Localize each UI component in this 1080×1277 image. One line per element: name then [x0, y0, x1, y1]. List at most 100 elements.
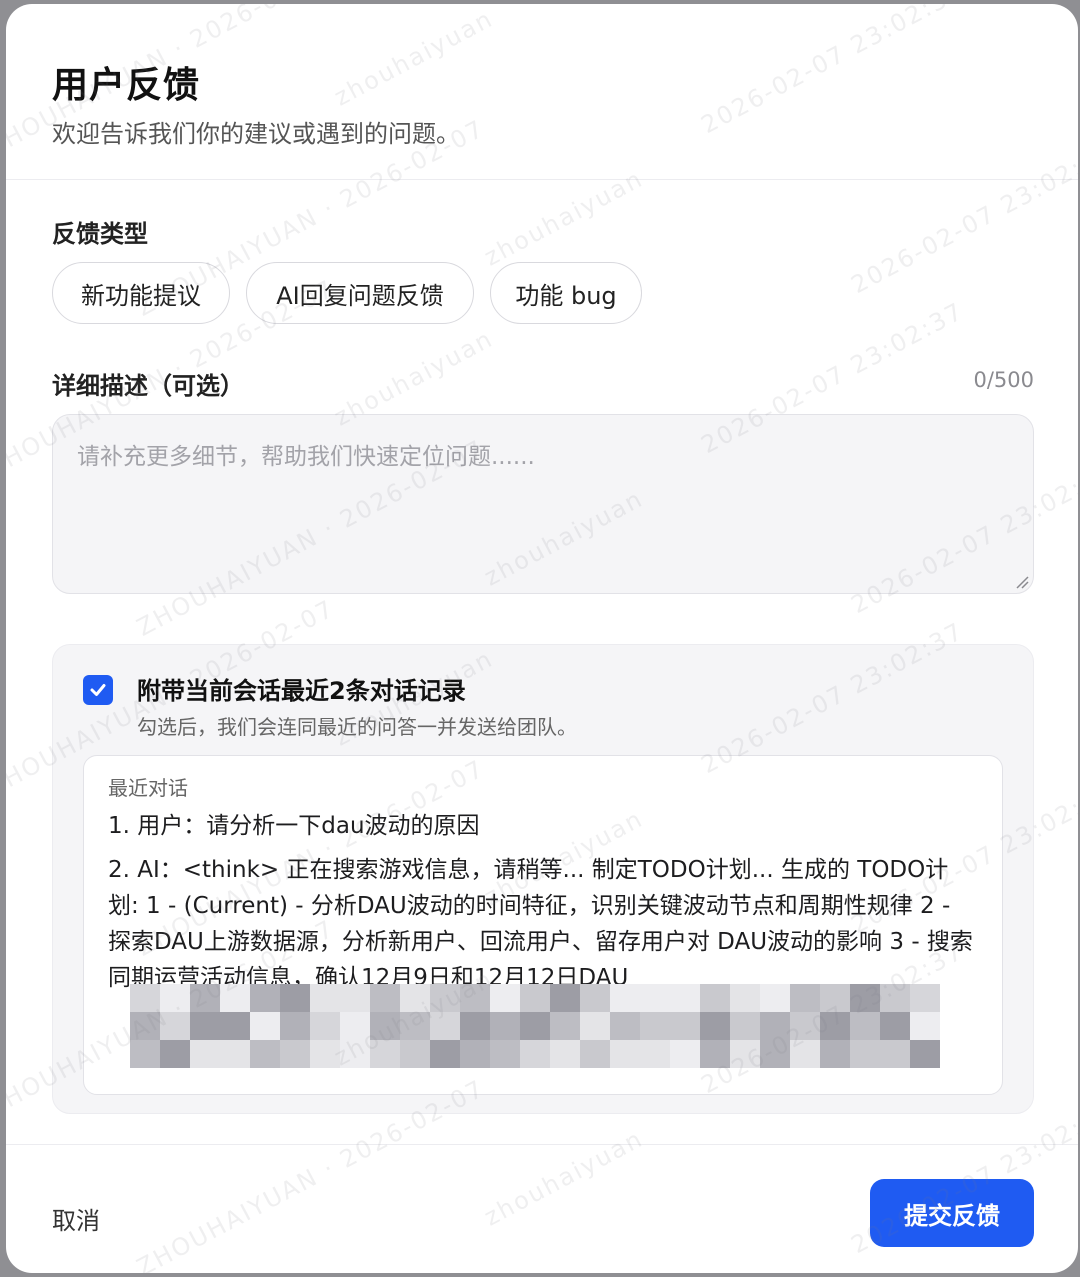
redaction-pixel: [610, 984, 640, 1012]
redaction-pixel: [460, 984, 490, 1012]
resize-handle-icon[interactable]: [1013, 573, 1029, 589]
conversation-message: 1. 用户：请分析一下dau波动的原因: [108, 813, 480, 839]
feedback-type-label: 反馈类型: [52, 220, 148, 248]
redaction-pixel: [430, 1040, 460, 1068]
dialog-footer: 取消 提交反馈: [6, 1144, 1078, 1273]
chip-ai-reply-issue[interactable]: AI回复问题反馈: [246, 262, 474, 324]
redaction-pixel: [550, 1012, 580, 1040]
redaction-pixel: [250, 1040, 280, 1068]
description-textarea[interactable]: 请补充更多细节，帮助我们快速定位问题......: [52, 414, 1034, 594]
redaction-pixel: [370, 1040, 400, 1068]
redaction-pixel: [490, 984, 520, 1012]
redaction-pixel: [910, 1040, 940, 1068]
redaction-pixel: [610, 1012, 640, 1040]
redaction-pixel: [880, 984, 910, 1012]
dialog-subtitle: 欢迎告诉我们你的建议或遇到的问题。: [52, 120, 460, 148]
redaction-pixel: [580, 1040, 610, 1068]
attach-history-hint: 勾选后，我们会连同最近的问答一并发送给团队。: [137, 715, 577, 739]
cancel-button[interactable]: 取消: [52, 1201, 100, 1236]
redaction-pixel: [310, 1012, 340, 1040]
redaction-pixel: [820, 1040, 850, 1068]
redaction-pixel: [370, 984, 400, 1012]
redaction-pixel: [670, 984, 700, 1012]
redaction-pixel: [730, 1040, 760, 1068]
redaction-pixel: [430, 984, 460, 1012]
redaction-pixel: [400, 984, 430, 1012]
char-counter: 0/500: [973, 368, 1034, 392]
redaction-pixel: [520, 984, 550, 1012]
redaction-pixel: [760, 1040, 790, 1068]
redaction-pixel: [220, 1012, 250, 1040]
redaction-pixel: [400, 1012, 430, 1040]
redaction-pixel: [430, 1012, 460, 1040]
redaction-pixel: [790, 1040, 820, 1068]
checkmark-icon: [90, 684, 106, 696]
feedback-dialog: 用户反馈 欢迎告诉我们你的建议或遇到的问题。 反馈类型 新功能提议 AI回复问题…: [6, 4, 1078, 1273]
redaction-pixel: [130, 1040, 160, 1068]
recent-conversation-box[interactable]: 最近对话 1. 用户：请分析一下dau波动的原因 2. AI：<think> 正…: [83, 755, 1003, 1095]
attach-history-checkbox[interactable]: [83, 675, 113, 705]
recent-conversation-label: 最近对话: [108, 776, 188, 800]
redaction-pixel: [340, 1012, 370, 1040]
redaction-pixel: [520, 1040, 550, 1068]
redaction-pixel: [700, 984, 730, 1012]
redaction-pixel: [310, 984, 340, 1012]
redaction-pixel: [340, 984, 370, 1012]
conversation-message: 2. AI：<think> 正在搜索游戏信息，请稍等... 制定TODO计划..…: [108, 857, 973, 991]
redaction-pixel: [700, 1040, 730, 1068]
dialog-header: 用户反馈 欢迎告诉我们你的建议或遇到的问题。: [6, 4, 1078, 180]
redaction-pixel: [130, 984, 160, 1012]
redaction-pixel: [850, 1012, 880, 1040]
redaction-pixel: [640, 1040, 670, 1068]
redaction-pixel: [190, 984, 220, 1012]
redaction-pixel: [760, 1012, 790, 1040]
dialog-title: 用户反馈: [52, 65, 201, 106]
redaction-pixel: [460, 1012, 490, 1040]
redaction-pixel: [490, 1012, 520, 1040]
redaction-pixel: [250, 1012, 280, 1040]
redaction-pixel: [280, 1040, 310, 1068]
redaction-pixel: [700, 1012, 730, 1040]
redaction-pixel: [730, 1012, 760, 1040]
watermark-text: zhouhaiyuan: [479, 164, 648, 272]
redaction-pixel: [490, 1040, 520, 1068]
description-placeholder: 请补充更多细节，帮助我们快速定位问题......: [77, 444, 535, 470]
redaction-pixel: [190, 1040, 220, 1068]
redaction-pixel: [730, 984, 760, 1012]
redaction-pixel: [820, 984, 850, 1012]
redaction-pixel: [280, 984, 310, 1012]
redaction-pixel: [280, 1012, 310, 1040]
redaction-pixel: [790, 1012, 820, 1040]
redaction-pixel: [670, 1040, 700, 1068]
redaction-pixel: [880, 1012, 910, 1040]
attach-history-title: 附带当前会话最近2条对话记录: [137, 677, 466, 705]
redaction-pixel: [550, 984, 580, 1012]
redaction-pixel: [880, 1040, 910, 1068]
redaction-pixel: [640, 984, 670, 1012]
redaction-pixel: [670, 1012, 700, 1040]
redaction-pixel: [190, 1012, 220, 1040]
redaction-pixel: [220, 1040, 250, 1068]
redaction-pixel: [400, 1040, 430, 1068]
redaction-pixel: [310, 1040, 340, 1068]
chip-function-bug[interactable]: 功能 bug: [490, 262, 642, 324]
redaction-pixel: [160, 984, 190, 1012]
submit-feedback-button[interactable]: 提交反馈: [870, 1179, 1034, 1247]
redaction-pixel: [160, 1012, 190, 1040]
redaction-pixel: [370, 1012, 400, 1040]
redaction-pixel: [820, 1012, 850, 1040]
redaction-pixel: [160, 1040, 190, 1068]
pixelated-redaction: [130, 984, 940, 1068]
redaction-pixel: [580, 984, 610, 1012]
redaction-pixel: [250, 984, 280, 1012]
redaction-pixel: [460, 1040, 490, 1068]
redaction-pixel: [640, 1012, 670, 1040]
redaction-pixel: [610, 1040, 640, 1068]
chip-new-feature[interactable]: 新功能提议: [52, 262, 230, 324]
redaction-pixel: [850, 1040, 880, 1068]
redaction-pixel: [130, 1012, 160, 1040]
redaction-pixel: [910, 984, 940, 1012]
description-label: 详细描述（可选）: [52, 372, 244, 400]
redaction-pixel: [340, 1040, 370, 1068]
attach-history-panel: 附带当前会话最近2条对话记录 勾选后，我们会连同最近的问答一并发送给团队。 最近…: [52, 644, 1034, 1114]
